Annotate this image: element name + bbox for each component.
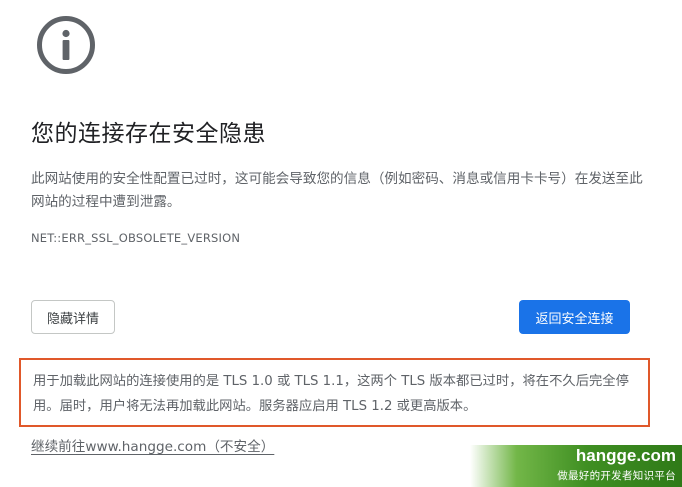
ssl-interstitial-page: 您的连接存在安全隐患 此网站使用的安全性配置已过时，这可能会导致您的信息（例如密… <box>0 0 682 487</box>
watermark-tagline: 做最好的开发者知识平台 <box>557 470 676 482</box>
watermark-site: hangge.com <box>575 446 676 465</box>
error-code: NET::ERR_SSL_OBSOLETE_VERSION <box>31 231 241 245</box>
site-watermark: hangge.com 做最好的开发者知识平台 <box>470 445 682 487</box>
details-panel: 用于加载此网站的连接使用的是 TLS 1.0 或 TLS 1.1，这两个 TLS… <box>19 358 650 427</box>
info-circle-icon <box>35 14 97 76</box>
proceed-unsafe-link[interactable]: 继续前往www.hangge.com（不安全） <box>31 437 274 457</box>
security-warning-description: 此网站使用的安全性配置已过时，这可能会导致您的信息（例如密码、消息或信用卡卡号）… <box>31 171 643 210</box>
page-title: 您的连接存在安全隐患 <box>31 121 266 147</box>
back-to-safety-button[interactable]: 返回安全连接 <box>519 300 630 334</box>
hide-details-button[interactable]: 隐藏详情 <box>31 300 115 334</box>
details-explanation: 用于加载此网站的连接使用的是 TLS 1.0 或 TLS 1.1，这两个 TLS… <box>33 374 629 414</box>
